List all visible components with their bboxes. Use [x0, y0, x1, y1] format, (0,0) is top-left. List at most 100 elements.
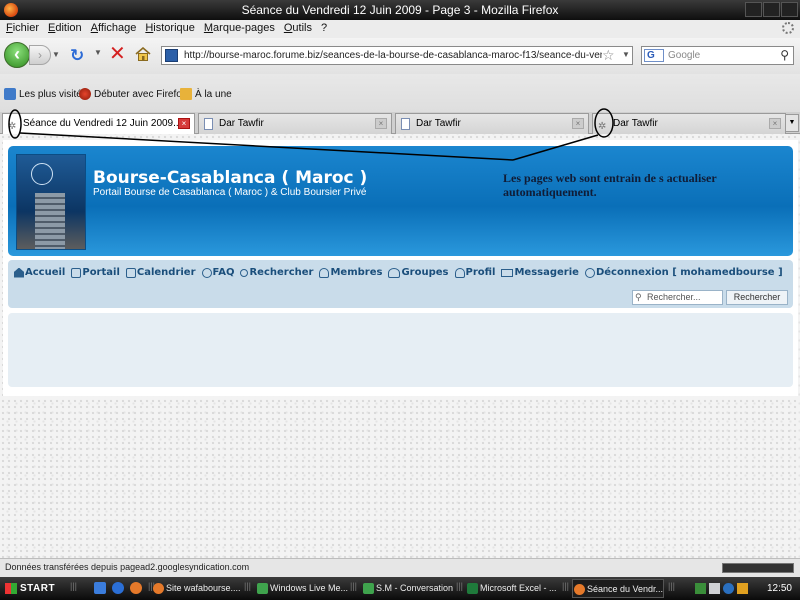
task-label: Microsoft Excel - ...	[480, 583, 557, 593]
firefox-icon	[153, 583, 164, 594]
nav-deconnexion[interactable]: Déconnexion [ mohamedbourse ]	[584, 267, 783, 278]
tab-dar-tawfir-1[interactable]: Dar Tawfir ×	[198, 113, 392, 134]
bookmark-label: Débuter avec Firefox	[94, 88, 187, 100]
volume-icon[interactable]	[709, 583, 720, 594]
status-bar: Données transférées depuis pagead2.googl…	[0, 558, 800, 577]
site-favicon	[165, 49, 178, 62]
nav-label: Profil	[465, 267, 496, 278]
reload-icon[interactable]: ↻	[70, 47, 84, 64]
close-tab-button[interactable]: ×	[375, 118, 387, 129]
annotation-line: automatiquement.	[503, 185, 597, 199]
task-excel[interactable]: Microsoft Excel - ...	[466, 579, 561, 598]
url-bar[interactable]: http://bourse-maroc.forume.biz/seances-d…	[161, 46, 633, 65]
search-icon[interactable]: ⚲	[780, 48, 789, 62]
profile-icon	[454, 267, 465, 278]
building-icon	[35, 193, 65, 249]
bookmark-star-icon[interactable]: ☆	[602, 47, 615, 64]
navigation-toolbar: ‹ › ▼ ↻ ▼ ✕ http://bourse-maroc.forume.b…	[0, 38, 800, 74]
minimize-button[interactable]	[745, 2, 762, 17]
task-windows-live[interactable]: Windows Live Me...	[256, 579, 348, 598]
start-label: START	[20, 583, 56, 594]
menu-affichage[interactable]: Affichage	[89, 20, 144, 38]
close-tab-button[interactable]: ×	[178, 118, 190, 129]
calendar-icon	[125, 267, 136, 278]
menu-help[interactable]: ?	[319, 20, 334, 38]
nav-calendrier[interactable]: Calendrier	[125, 267, 196, 278]
forum-nav: Accueil Portail Calendrier FAQ Recherche…	[14, 267, 789, 278]
forum-search-input[interactable]: ⚲ Rechercher...	[632, 290, 723, 305]
separator: |||	[668, 581, 676, 591]
nav-groupes[interactable]: Groupes	[388, 267, 449, 278]
firefox-icon[interactable]	[130, 582, 142, 594]
close-tab-button[interactable]: ×	[572, 118, 584, 129]
stop-icon[interactable]: ✕	[109, 44, 126, 64]
close-tab-button[interactable]: ×	[769, 118, 781, 129]
home-icon[interactable]	[135, 47, 151, 61]
messenger-tray-icon[interactable]	[723, 583, 734, 594]
task-seance-firefox[interactable]: Séance du Vendr...	[572, 579, 664, 598]
task-label: S.M - Conversation	[376, 583, 454, 593]
close-window-button[interactable]	[781, 2, 798, 17]
menu-outils[interactable]: Outils	[282, 20, 319, 38]
search-icon	[240, 268, 249, 277]
forum-search-button[interactable]: Rechercher	[726, 290, 788, 305]
page-icon	[401, 118, 410, 130]
menu-historique[interactable]: Historique	[143, 20, 202, 38]
nav-rechercher[interactable]: Rechercher	[240, 267, 313, 278]
windows-logo-icon	[5, 583, 17, 594]
nav-faq[interactable]: FAQ	[201, 267, 234, 278]
web-search-field[interactable]: G Google ⚲	[641, 46, 794, 65]
ie-icon[interactable]	[112, 582, 124, 594]
network-icon[interactable]	[695, 583, 706, 594]
os-taskbar: START ||| ||| Site wafabourse.... ||| Wi…	[0, 577, 800, 600]
tab-seance[interactable]: ✲ Séance du Vendredi 12 Juin 2009... ×	[2, 113, 195, 135]
bookmark-most-visited[interactable]: Les plus visités	[4, 88, 87, 100]
nav-label: Messagerie	[514, 267, 579, 278]
reload-dropdown-icon[interactable]: ▼	[94, 48, 102, 57]
users-icon[interactable]	[94, 582, 106, 594]
history-dropdown-icon[interactable]: ▼	[52, 48, 62, 62]
forum-header: Bourse-Casablanca ( Maroc ) Portail Bour…	[8, 146, 793, 256]
nav-accueil[interactable]: Accueil	[14, 267, 65, 278]
list-all-tabs-button[interactable]: ▼	[785, 114, 799, 132]
start-button[interactable]: START	[2, 579, 64, 598]
loading-icon: ✲	[8, 121, 17, 132]
tab-dar-tawfir-3[interactable]: ✲ Dar Tawfir ×	[592, 113, 786, 134]
page-content: Bourse-Casablanca ( Maroc ) Portail Bour…	[0, 134, 800, 558]
menu-edition[interactable]: Edition	[46, 20, 89, 38]
forum-title[interactable]: Bourse-Casablanca ( Maroc )	[93, 168, 367, 188]
bookmark-news-feed[interactable]: À la une	[180, 88, 232, 100]
separator: |||	[456, 581, 464, 591]
nav-profil[interactable]: Profil	[454, 267, 496, 278]
forum-body-panel	[8, 313, 793, 387]
url-text[interactable]: http://bourse-maroc.forume.biz/seances-d…	[184, 49, 602, 63]
nav-membres[interactable]: Membres	[319, 267, 382, 278]
tab-dar-tawfir-2[interactable]: Dar Tawfir ×	[395, 113, 589, 134]
nav-label: Accueil	[25, 267, 66, 278]
forum-logo[interactable]	[16, 154, 86, 250]
nav-portail[interactable]: Portail	[71, 267, 120, 278]
window-title: Séance du Vendredi 12 Juin 2009 - Page 3…	[241, 3, 559, 17]
nav-messagerie[interactable]: Messagerie	[501, 267, 579, 278]
system-tray: 12:50	[691, 579, 798, 598]
bookmark-getting-started[interactable]: Débuter avec Firefox	[79, 88, 187, 100]
separator: |||	[244, 581, 252, 591]
help-icon	[201, 267, 212, 278]
forward-button[interactable]: ›	[29, 45, 51, 65]
forum-nav-panel: Accueil Portail Calendrier FAQ Recherche…	[8, 260, 793, 308]
menu-fichier[interactable]: Fichier	[4, 20, 46, 38]
maximize-button[interactable]	[763, 2, 780, 17]
google-engine-icon[interactable]: G	[644, 49, 664, 62]
url-dropdown-icon[interactable]: ▼	[622, 50, 630, 59]
forum-subtitle: Portail Bourse de Casablanca ( Maroc ) &…	[93, 187, 367, 198]
tab-label: Dar Tawfir	[219, 118, 264, 129]
task-conversation[interactable]: S.M - Conversation	[362, 579, 454, 598]
update-icon[interactable]	[737, 583, 748, 594]
firefox-icon	[574, 584, 585, 595]
seal-icon	[31, 163, 53, 185]
loading-icon: ✲	[598, 121, 607, 132]
menu-marque-pages[interactable]: Marque-pages	[202, 20, 282, 38]
task-wafabourse[interactable]: Site wafabourse....	[152, 579, 242, 598]
loading-throbber-icon	[782, 22, 794, 34]
back-button[interactable]: ‹	[4, 42, 30, 68]
